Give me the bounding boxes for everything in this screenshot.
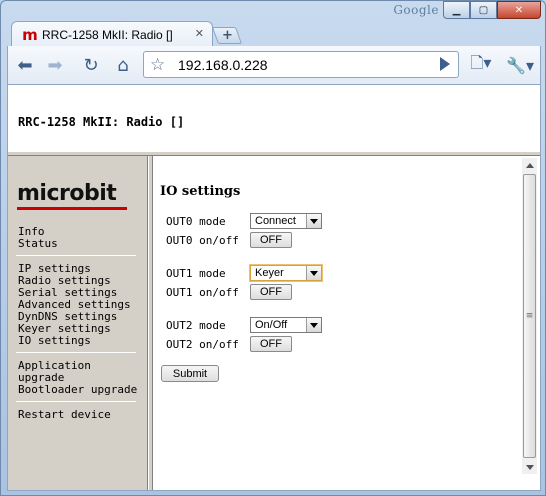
- address-bar[interactable]: ☆ 192.168.0.228: [143, 51, 459, 78]
- out2-mode-label: OUT2 mode: [166, 318, 226, 332]
- frame-splitter[interactable]: [149, 156, 153, 490]
- browser-brand: Google: [393, 3, 439, 17]
- nav-link-application-upgrade[interactable]: Application upgrade: [18, 360, 138, 384]
- url-text[interactable]: 192.168.0.228: [178, 57, 268, 73]
- out0-onoff-label: OUT0 on/off: [166, 233, 239, 247]
- forward-button[interactable]: ➡: [42, 52, 68, 78]
- nav-divider: [16, 255, 136, 256]
- favicon-icon: m: [22, 25, 38, 44]
- plus-icon: +: [221, 28, 233, 43]
- tab-strip: m RRC-1258 MkII: Radio [] ✕ +: [1, 17, 546, 47]
- microbit-logo: microbit: [17, 182, 129, 210]
- header-frame: RRC-1258 MkII: Radio []: [8, 85, 540, 151]
- nav-link-io-settings[interactable]: IO settings: [18, 335, 138, 347]
- nav-divider: [16, 401, 136, 402]
- out1-onoff-row: OUT1 on/off OFF: [166, 284, 292, 300]
- close-icon: ✕: [514, 4, 524, 16]
- go-icon[interactable]: [440, 57, 450, 71]
- toolbar: ⬅ ➡ ↻ ⌂ ☆ 192.168.0.228 🗋▾ 🔧▾: [7, 46, 541, 84]
- out2-toggle-button[interactable]: OFF: [250, 336, 292, 352]
- page-menu-button[interactable]: 🗋▾: [464, 52, 498, 78]
- tab-title: RRC-1258 MkII: Radio []: [42, 27, 173, 42]
- wrench-icon: 🔧▾: [506, 55, 534, 75]
- home-button[interactable]: ⌂: [110, 52, 136, 78]
- out1-toggle-button[interactable]: OFF: [250, 284, 292, 300]
- section-title: IO settings: [160, 184, 241, 199]
- tab-active[interactable]: m RRC-1258 MkII: Radio [] ✕: [11, 21, 213, 47]
- page-content: RRC-1258 MkII: Radio [] microbit Info St…: [7, 84, 541, 491]
- tab-close-icon[interactable]: ✕: [195, 27, 204, 40]
- chevron-down-icon[interactable]: [306, 318, 321, 332]
- nav-link-bootloader-upgrade[interactable]: Bootloader upgrade: [18, 384, 138, 396]
- navigation-frame: microbit Info Status IP settings Radio s…: [8, 156, 148, 490]
- chevron-down-icon[interactable]: [306, 214, 321, 228]
- out2-onoff-label: OUT2 on/off: [166, 337, 239, 351]
- home-icon: ⌂: [117, 54, 129, 76]
- main-frame: IO settings OUT0 mode Connect OUT0 on/of…: [154, 156, 540, 490]
- out1-onoff-label: OUT1 on/off: [166, 285, 239, 299]
- out2-mode-row: OUT2 mode On/Off: [166, 317, 322, 333]
- nav-divider: [16, 352, 136, 353]
- out0-mode-row: OUT0 mode Connect: [166, 213, 322, 229]
- minimize-icon: ▁: [452, 4, 461, 16]
- reload-icon: ↻: [83, 54, 99, 76]
- out2-onoff-row: OUT2 on/off OFF: [166, 336, 292, 352]
- grip-icon: ≡: [525, 311, 534, 321]
- back-button[interactable]: ⬅: [12, 52, 38, 78]
- out0-mode-value: Connect: [255, 215, 296, 227]
- submit-button[interactable]: Submit: [161, 365, 219, 382]
- nav-menu: Info Status IP settings Radio settings S…: [16, 226, 138, 421]
- page-icon: 🗋▾: [470, 52, 492, 72]
- settings-menu-button[interactable]: 🔧▾: [503, 52, 537, 78]
- out0-onoff-row: OUT0 on/off OFF: [166, 232, 292, 248]
- forward-arrow-icon: ➡: [47, 54, 63, 76]
- nav-link-restart-device[interactable]: Restart device: [18, 409, 138, 421]
- chevron-down-icon[interactable]: [306, 266, 321, 280]
- back-arrow-icon: ⬅: [17, 54, 33, 76]
- device-title: RRC-1258 MkII: Radio []: [18, 115, 185, 129]
- logo-underline: [17, 207, 127, 210]
- nav-link-status[interactable]: Status: [18, 238, 138, 250]
- out1-mode-value: Keyer: [255, 267, 284, 279]
- scrollbar-thumb[interactable]: ≡: [523, 174, 536, 458]
- out1-mode-row: OUT1 mode Keyer: [166, 265, 322, 281]
- reload-button[interactable]: ↻: [78, 52, 104, 78]
- vertical-scrollbar[interactable]: ≡: [522, 158, 537, 474]
- out1-mode-select[interactable]: Keyer: [250, 265, 322, 281]
- out0-mode-label: OUT0 mode: [166, 214, 226, 228]
- scroll-up-icon[interactable]: [522, 158, 537, 172]
- browser-window: Google ▁ ▢ ✕ m RRC-1258 MkII: Radio [] ✕…: [0, 0, 546, 496]
- star-icon[interactable]: ☆: [150, 55, 165, 75]
- new-tab-button[interactable]: +: [211, 27, 243, 44]
- scroll-down-icon[interactable]: [522, 460, 537, 474]
- out1-mode-label: OUT1 mode: [166, 266, 226, 280]
- out0-mode-select[interactable]: Connect: [250, 213, 322, 229]
- logo-text: microbit: [17, 181, 117, 206]
- out2-mode-select[interactable]: On/Off: [250, 317, 322, 333]
- out0-toggle-button[interactable]: OFF: [250, 232, 292, 248]
- out2-mode-value: On/Off: [255, 319, 288, 331]
- maximize-icon: ▢: [478, 4, 489, 16]
